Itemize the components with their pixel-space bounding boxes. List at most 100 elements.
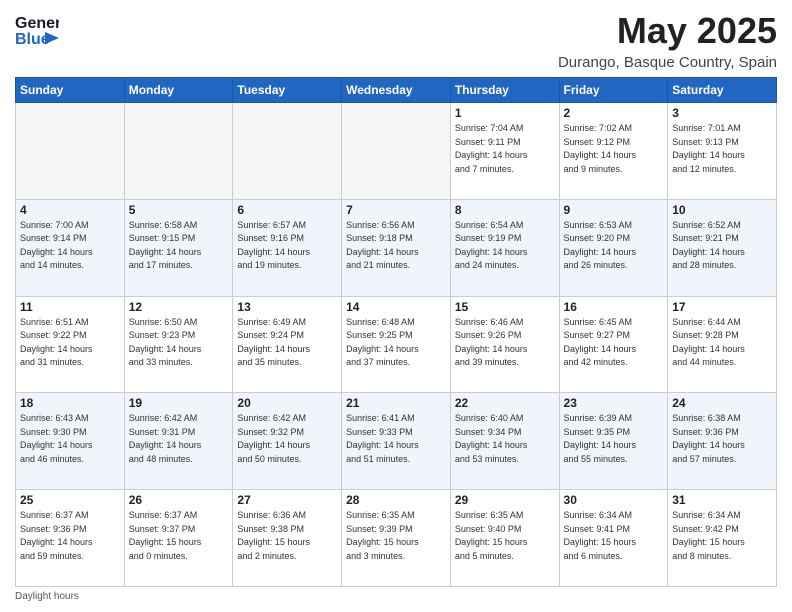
calendar-cell: 20Sunrise: 6:42 AM Sunset: 9:32 PM Dayli…: [233, 393, 342, 490]
calendar-cell: 8 Sunrise: 6:54 AM Sunset: 9:19 PM Daylig…: [450, 199, 559, 296]
day-info: Sunrise: 6:51 AM Sunset: 9:22 PM Dayligh…: [20, 316, 120, 370]
weekday-header-saturday: Saturday: [668, 78, 777, 103]
day-number: 24: [672, 396, 772, 410]
day-info: Sunrise: 6:34 AM Sunset: 9:41 PM Dayligh…: [564, 509, 664, 563]
calendar-cell: [233, 103, 342, 200]
calendar-cell: 9Sunrise: 6:53 AM Sunset: 9:20 PM Daylig…: [559, 199, 668, 296]
weekday-header-thursday: Thursday: [450, 78, 559, 103]
calendar-cell: 15Sunrise: 6:46 AM Sunset: 9:26 PM Dayli…: [450, 296, 559, 393]
day-number: 18: [20, 396, 120, 410]
day-info: Sunrise: 6:37 AM Sunset: 9:37 PM Dayligh…: [129, 509, 229, 563]
weekday-header-tuesday: Tuesday: [233, 78, 342, 103]
day-number: 17: [672, 300, 772, 314]
calendar-cell: 11 Sunrise: 6:51 AM Sunset: 9:22 PM Dayli…: [16, 296, 125, 393]
week-row-5: 25Sunrise: 6:37 AM Sunset: 9:36 PM Dayli…: [16, 490, 777, 587]
main-title: May 2025: [558, 10, 777, 52]
page: General Blue May 2025 Durango, Basque Co…: [0, 0, 792, 612]
day-info: Sunrise: 6:36 AM Sunset: 9:38 PM Dayligh…: [237, 509, 337, 563]
day-info: Sunrise: 7:00 AM Sunset: 9:14 PM Dayligh…: [20, 219, 120, 273]
footer: Daylight hours: [15, 591, 777, 602]
week-row-4: 18 Sunrise: 6:43 AM Sunset: 9:30 PM Dayli…: [16, 393, 777, 490]
calendar-cell: 19 Sunrise: 6:42 AM Sunset: 9:31 PM Dayli…: [124, 393, 233, 490]
day-info: Sunrise: 6:41 AM Sunset: 9:33 PM Dayligh…: [346, 412, 446, 466]
week-row-3: 11 Sunrise: 6:51 AM Sunset: 9:22 PM Dayli…: [16, 296, 777, 393]
header: General Blue May 2025 Durango, Basque Co…: [15, 10, 777, 71]
day-number: 8: [455, 203, 555, 217]
day-number: 5: [129, 203, 229, 217]
day-number: 16: [564, 300, 664, 314]
weekday-header-row: SundayMondayTuesdayWednesdayThursdayFrid…: [16, 78, 777, 103]
day-number: 25: [20, 493, 120, 507]
calendar-cell: 1Sunrise: 7:04 AM Sunset: 9:11 PM Daylig…: [450, 103, 559, 200]
day-number: 4: [20, 203, 120, 217]
day-number: 21: [346, 396, 446, 410]
calendar-cell: 16 Sunrise: 6:45 AM Sunset: 9:27 PM Dayli…: [559, 296, 668, 393]
footer-label: Daylight hours: [15, 591, 79, 602]
week-row-2: 4 Sunrise: 7:00 AM Sunset: 9:14 PM Daylig…: [16, 199, 777, 296]
day-number: 11: [20, 300, 120, 314]
weekday-header-sunday: Sunday: [16, 78, 125, 103]
day-number: 27: [237, 493, 337, 507]
day-number: 9: [564, 203, 664, 217]
day-info: Sunrise: 6:35 AM Sunset: 9:39 PM Dayligh…: [346, 509, 446, 563]
calendar-cell: [124, 103, 233, 200]
day-info: Sunrise: 6:42 AM Sunset: 9:32 PM Dayligh…: [237, 412, 337, 466]
day-number: 29: [455, 493, 555, 507]
calendar-cell: 13 Sunrise: 6:49 AM Sunset: 9:24 PM Dayli…: [233, 296, 342, 393]
day-number: 3: [672, 106, 772, 120]
calendar-cell: 7 Sunrise: 6:56 AM Sunset: 9:18 PM Daylig…: [342, 199, 451, 296]
day-info: Sunrise: 7:02 AM Sunset: 9:12 PM Dayligh…: [564, 122, 664, 176]
day-info: Sunrise: 6:40 AM Sunset: 9:34 PM Dayligh…: [455, 412, 555, 466]
svg-text:Blue: Blue: [15, 31, 50, 48]
calendar-cell: 14Sunrise: 6:48 AM Sunset: 9:25 PM Dayli…: [342, 296, 451, 393]
day-number: 13: [237, 300, 337, 314]
day-info: Sunrise: 6:56 AM Sunset: 9:18 PM Dayligh…: [346, 219, 446, 273]
calendar-cell: 12 Sunrise: 6:50 AM Sunset: 9:23 PM Dayli…: [124, 296, 233, 393]
day-info: Sunrise: 6:58 AM Sunset: 9:15 PM Dayligh…: [129, 219, 229, 273]
day-info: Sunrise: 6:45 AM Sunset: 9:27 PM Dayligh…: [564, 316, 664, 370]
calendar-cell: 28Sunrise: 6:35 AM Sunset: 9:39 PM Dayli…: [342, 490, 451, 587]
day-number: 19: [129, 396, 229, 410]
title-block: May 2025 Durango, Basque Country, Spain: [558, 10, 777, 71]
day-info: Sunrise: 6:35 AM Sunset: 9:40 PM Dayligh…: [455, 509, 555, 563]
calendar-cell: 29 Sunrise: 6:35 AM Sunset: 9:40 PM Dayli…: [450, 490, 559, 587]
calendar-cell: 24Sunrise: 6:38 AM Sunset: 9:36 PM Dayli…: [668, 393, 777, 490]
day-info: Sunrise: 6:49 AM Sunset: 9:24 PM Dayligh…: [237, 316, 337, 370]
calendar-cell: 27 Sunrise: 6:36 AM Sunset: 9:38 PM Dayli…: [233, 490, 342, 587]
weekday-header-wednesday: Wednesday: [342, 78, 451, 103]
day-info: Sunrise: 6:50 AM Sunset: 9:23 PM Dayligh…: [129, 316, 229, 370]
day-number: 6: [237, 203, 337, 217]
calendar-cell: [342, 103, 451, 200]
calendar-cell: 5 Sunrise: 6:58 AM Sunset: 9:15 PM Daylig…: [124, 199, 233, 296]
calendar-table: SundayMondayTuesdayWednesdayThursdayFrid…: [15, 77, 777, 587]
calendar-cell: 21 Sunrise: 6:41 AM Sunset: 9:33 PM Dayli…: [342, 393, 451, 490]
day-number: 26: [129, 493, 229, 507]
day-number: 12: [129, 300, 229, 314]
day-number: 31: [672, 493, 772, 507]
calendar-cell: 31Sunrise: 6:34 AM Sunset: 9:42 PM Dayli…: [668, 490, 777, 587]
day-number: 15: [455, 300, 555, 314]
calendar-cell: 30 Sunrise: 6:34 AM Sunset: 9:41 PM Dayli…: [559, 490, 668, 587]
day-info: Sunrise: 6:57 AM Sunset: 9:16 PM Dayligh…: [237, 219, 337, 273]
day-number: 7: [346, 203, 446, 217]
calendar-cell: 23Sunrise: 6:39 AM Sunset: 9:35 PM Dayli…: [559, 393, 668, 490]
day-number: 23: [564, 396, 664, 410]
calendar-cell: 2 Sunrise: 7:02 AM Sunset: 9:12 PM Daylig…: [559, 103, 668, 200]
day-number: 10: [672, 203, 772, 217]
day-number: 14: [346, 300, 446, 314]
logo-icon: General Blue: [15, 10, 59, 48]
calendar-cell: [16, 103, 125, 200]
weekday-header-monday: Monday: [124, 78, 233, 103]
day-number: 1: [455, 106, 555, 120]
day-number: 2: [564, 106, 664, 120]
day-info: Sunrise: 6:42 AM Sunset: 9:31 PM Dayligh…: [129, 412, 229, 466]
calendar-cell: 10 Sunrise: 6:52 AM Sunset: 9:21 PM Dayli…: [668, 199, 777, 296]
calendar-cell: 26 Sunrise: 6:37 AM Sunset: 9:37 PM Dayli…: [124, 490, 233, 587]
calendar-cell: 22Sunrise: 6:40 AM Sunset: 9:34 PM Dayli…: [450, 393, 559, 490]
day-info: Sunrise: 6:52 AM Sunset: 9:21 PM Dayligh…: [672, 219, 772, 273]
day-number: 30: [564, 493, 664, 507]
day-info: Sunrise: 6:43 AM Sunset: 9:30 PM Dayligh…: [20, 412, 120, 466]
day-info: Sunrise: 6:54 AM Sunset: 9:19 PM Dayligh…: [455, 219, 555, 273]
weekday-header-friday: Friday: [559, 78, 668, 103]
calendar-cell: 17Sunrise: 6:44 AM Sunset: 9:28 PM Dayli…: [668, 296, 777, 393]
